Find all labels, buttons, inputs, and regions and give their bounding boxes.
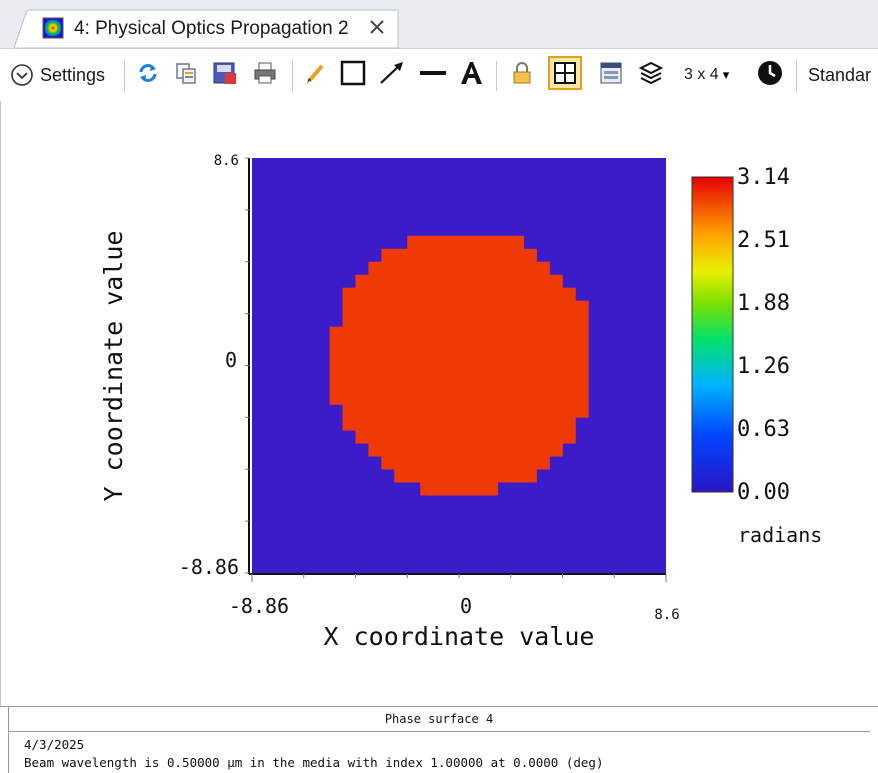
tab-title: 4: Physical Optics Propagation 2 bbox=[74, 18, 349, 39]
line-icon bbox=[418, 60, 448, 91]
print-icon bbox=[252, 60, 278, 91]
clock-button[interactable] bbox=[756, 59, 784, 92]
colorbar-tick-labels: 3.14 2.51 1.88 1.26 0.63 0.00 bbox=[737, 165, 790, 505]
line-button[interactable] bbox=[418, 61, 448, 89]
window-button[interactable] bbox=[598, 61, 624, 89]
heatmap-cell-row bbox=[342, 404, 589, 418]
heatmap-cell-row bbox=[342, 300, 589, 314]
x-tick-label-right: 8.6 bbox=[654, 607, 679, 623]
window-icon bbox=[598, 60, 624, 91]
toolbar-separator bbox=[496, 61, 497, 91]
window-tab-bar: 4: Physical Optics Propagation 2 bbox=[0, 0, 878, 49]
heatmap-cell-row bbox=[329, 391, 589, 405]
layers-icon bbox=[638, 60, 664, 91]
clock-icon bbox=[756, 59, 784, 92]
colorbar-tick-label: 0.63 bbox=[737, 417, 790, 442]
heatmap-cell-row bbox=[381, 456, 550, 470]
refresh-icon bbox=[136, 61, 160, 90]
save-image-icon bbox=[212, 60, 238, 91]
arrow-button[interactable] bbox=[378, 61, 406, 89]
toolbar-separator bbox=[796, 61, 797, 91]
rectangle-icon bbox=[340, 60, 366, 91]
heatmap-cell-row bbox=[355, 274, 563, 288]
heatmap-cell-row bbox=[329, 326, 589, 340]
heatmap-cell-row bbox=[342, 287, 576, 301]
lock-icon bbox=[510, 60, 534, 91]
phase-map-icon bbox=[42, 17, 64, 39]
date-text: 4/3/2025 bbox=[24, 737, 85, 752]
x-axis-title: X coordinate value bbox=[324, 622, 595, 651]
lock-button[interactable] bbox=[510, 61, 534, 89]
grid-select-icon bbox=[548, 55, 582, 95]
text-icon bbox=[458, 60, 484, 91]
heatmap-cell-row bbox=[329, 365, 589, 379]
toolbar-separator bbox=[124, 61, 125, 91]
arrow-icon bbox=[378, 60, 406, 91]
heatmap-cells bbox=[329, 235, 589, 496]
heatmap-cell-row bbox=[329, 352, 589, 366]
heatmap-cell-row bbox=[355, 430, 576, 444]
copy-button[interactable] bbox=[174, 61, 198, 89]
toolbar-separator bbox=[292, 61, 293, 91]
beam-info-text: Beam wavelength is 0.50000 µm in the med… bbox=[24, 755, 604, 770]
grid-select-button[interactable] bbox=[548, 55, 582, 95]
heatmap-cell-row bbox=[407, 235, 524, 250]
standard-dropdown[interactable]: Standar bbox=[808, 61, 871, 89]
heatmap-cell-row bbox=[394, 469, 537, 483]
dropdown-arrow-icon: ▾ bbox=[722, 67, 730, 82]
colorbar-tick-label: 1.88 bbox=[737, 291, 790, 316]
copy-icon bbox=[174, 61, 198, 90]
colorbar-tick-label: 0.00 bbox=[737, 480, 790, 505]
heatmap-cell-row bbox=[342, 313, 589, 327]
y-axis-title: Y coordinate value bbox=[99, 231, 128, 502]
chevron-down-icon bbox=[10, 63, 34, 87]
layout-dropdown[interactable]: 3 x 4 ▾ bbox=[684, 61, 729, 89]
save-image-button[interactable] bbox=[212, 61, 238, 89]
colorbar bbox=[691, 176, 734, 493]
refresh-button[interactable] bbox=[136, 61, 160, 89]
pencil-icon bbox=[304, 61, 328, 90]
y-tick-label-top: 8.6 bbox=[214, 153, 239, 169]
heatmap-cell-row bbox=[329, 378, 589, 392]
standard-label: Standar bbox=[808, 64, 872, 85]
y-tick-label-bottom: -8.86 bbox=[179, 555, 239, 579]
x-axis-ticks bbox=[251, 574, 667, 582]
y-tick-label-mid: 0 bbox=[225, 348, 237, 372]
layers-button[interactable] bbox=[638, 61, 664, 89]
heatmap-cell-row bbox=[420, 482, 499, 496]
phase-plot: 8.6 0 -8.86 -8.86 0 8.6 X coordinate val… bbox=[99, 153, 822, 651]
heatmap-cell-row bbox=[342, 417, 576, 431]
surface-title: Phase surface 4 bbox=[8, 707, 870, 732]
colorbar-tick-label: 1.26 bbox=[737, 354, 790, 379]
close-icon[interactable] bbox=[366, 16, 388, 38]
heatmap-cell-row bbox=[381, 248, 537, 263]
settings-button[interactable]: Settings bbox=[10, 61, 105, 89]
colorbar-tick-label: 2.51 bbox=[737, 228, 790, 253]
tab-physical-optics-propagation[interactable]: 4: Physical Optics Propagation 2 bbox=[14, 9, 400, 49]
heatmap-cell-row bbox=[329, 339, 589, 353]
heatmap-cell-row bbox=[368, 261, 550, 276]
text-button[interactable] bbox=[458, 61, 484, 89]
x-tick-label-mid: 0 bbox=[460, 594, 472, 618]
rectangle-button[interactable] bbox=[340, 60, 366, 91]
heatmap-cell-row bbox=[368, 443, 563, 457]
pencil-button[interactable] bbox=[304, 61, 328, 89]
info-panel: Phase surface 4 4/3/2025 Beam wavelength… bbox=[0, 706, 878, 773]
settings-label: Settings bbox=[40, 64, 106, 85]
toolbar: Settings 3 x 4 ▾ Standar bbox=[0, 49, 878, 101]
plot-area: 8.6 0 -8.86 -8.86 0 8.6 X coordinate val… bbox=[0, 101, 878, 707]
colorbar-unit-label: radians bbox=[738, 523, 822, 547]
x-tick-label-left: -8.86 bbox=[229, 594, 289, 618]
colorbar-tick-label: 3.14 bbox=[737, 165, 790, 190]
layout-label: 3 x 4 bbox=[684, 66, 719, 83]
print-button[interactable] bbox=[252, 61, 278, 89]
